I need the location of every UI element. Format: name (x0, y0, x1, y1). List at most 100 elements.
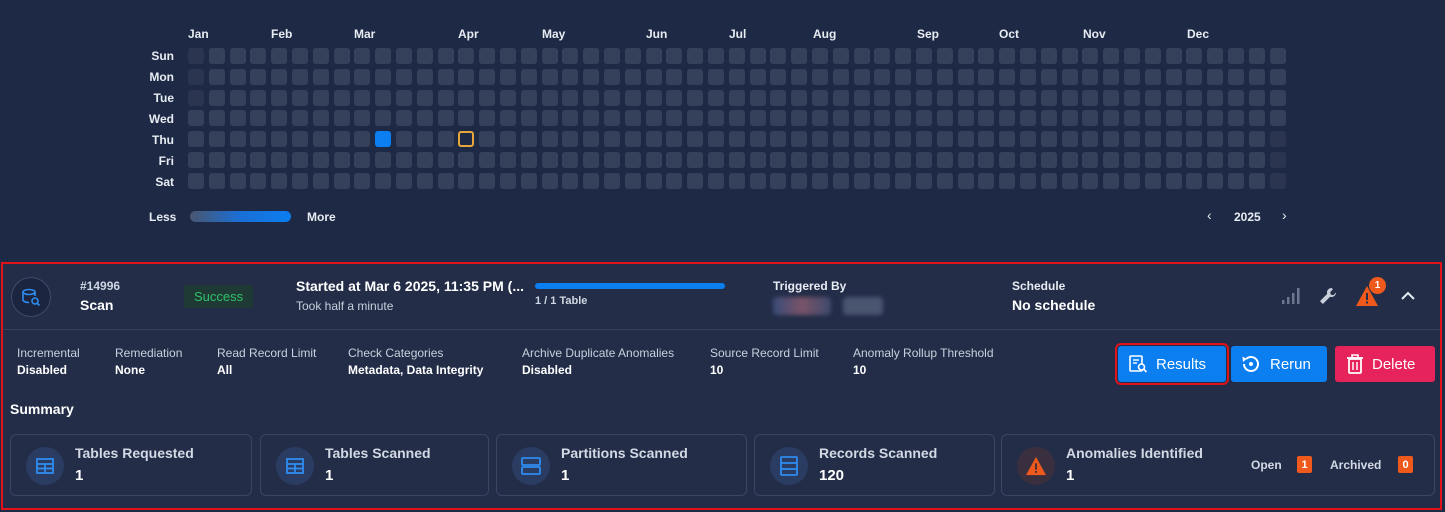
heatmap-cell[interactable] (562, 48, 578, 64)
heatmap-cell[interactable] (292, 90, 308, 106)
heatmap-cell[interactable] (250, 110, 266, 126)
heatmap-cell[interactable] (500, 90, 516, 106)
heatmap-cell[interactable] (791, 173, 807, 189)
heatmap-cell[interactable] (750, 90, 766, 106)
heatmap-cell[interactable] (812, 152, 828, 168)
heatmap-cell[interactable] (729, 90, 745, 106)
heatmap-cell[interactable] (1020, 69, 1036, 85)
heatmap-cell[interactable] (1249, 69, 1265, 85)
heatmap-cell[interactable] (937, 69, 953, 85)
heatmap-cell[interactable] (708, 69, 724, 85)
heatmap-cell[interactable] (230, 69, 246, 85)
heatmap-cell[interactable] (958, 131, 974, 147)
heatmap-cell[interactable] (542, 110, 558, 126)
heatmap-cell[interactable] (1145, 152, 1161, 168)
heatmap-cell[interactable] (479, 152, 495, 168)
heatmap-cell[interactable] (1207, 152, 1223, 168)
heatmap-cell[interactable] (999, 90, 1015, 106)
heatmap-cell[interactable] (188, 131, 204, 147)
heatmap-cell[interactable] (209, 69, 225, 85)
heatmap-cell[interactable] (729, 131, 745, 147)
rerun-button[interactable]: Rerun (1231, 346, 1327, 382)
heatmap-cell[interactable] (1124, 152, 1140, 168)
heatmap-cell[interactable] (874, 69, 890, 85)
heatmap-cell[interactable] (479, 110, 495, 126)
heatmap-cell[interactable] (271, 152, 287, 168)
heatmap-cell[interactable] (521, 48, 537, 64)
heatmap-cell[interactable] (354, 69, 370, 85)
heatmap-cell[interactable] (542, 131, 558, 147)
heatmap-cell[interactable] (230, 131, 246, 147)
heatmap-cell[interactable] (1166, 110, 1182, 126)
heatmap-cell[interactable] (770, 131, 786, 147)
heatmap-cell[interactable] (458, 152, 474, 168)
wrench-icon[interactable] (1316, 284, 1340, 308)
heatmap-cell[interactable] (1020, 173, 1036, 189)
heatmap-cell[interactable] (833, 110, 849, 126)
heatmap-cell[interactable] (604, 69, 620, 85)
heatmap-cell[interactable] (646, 90, 662, 106)
heatmap-cell[interactable] (1103, 152, 1119, 168)
heatmap-cell[interactable] (812, 69, 828, 85)
heatmap-cell[interactable] (646, 48, 662, 64)
heatmap-cell[interactable] (812, 48, 828, 64)
heatmap-cell[interactable] (750, 173, 766, 189)
heatmap-cell[interactable] (230, 90, 246, 106)
heatmap-cell[interactable] (708, 173, 724, 189)
heatmap-cell[interactable] (895, 110, 911, 126)
heatmap-cell[interactable] (583, 48, 599, 64)
heatmap-cell[interactable] (874, 90, 890, 106)
heatmap-cell[interactable] (895, 173, 911, 189)
heatmap-cell[interactable] (958, 110, 974, 126)
heatmap-cell[interactable] (625, 69, 641, 85)
heatmap-cell[interactable] (1082, 131, 1098, 147)
heatmap-cell[interactable] (479, 90, 495, 106)
heatmap-cell[interactable] (1062, 90, 1078, 106)
heatmap-cell[interactable] (1145, 48, 1161, 64)
heatmap-cell[interactable] (978, 110, 994, 126)
heatmap-cell[interactable] (1166, 152, 1182, 168)
heatmap-cell[interactable] (396, 173, 412, 189)
heatmap-cell[interactable] (292, 48, 308, 64)
heatmap-cell[interactable] (1062, 152, 1078, 168)
heatmap-cell[interactable] (542, 48, 558, 64)
heatmap-cell[interactable] (479, 69, 495, 85)
heatmap-cell[interactable] (812, 90, 828, 106)
heatmap-cell[interactable] (874, 152, 890, 168)
heatmap-cell[interactable] (604, 131, 620, 147)
heatmap-cell[interactable] (542, 69, 558, 85)
heatmap-cell[interactable] (666, 90, 682, 106)
heatmap-cell[interactable] (1124, 90, 1140, 106)
heatmap-cell[interactable] (354, 173, 370, 189)
heatmap-cell[interactable] (1207, 131, 1223, 147)
heatmap-cell[interactable] (250, 152, 266, 168)
heatmap-cell[interactable] (292, 131, 308, 147)
heatmap-cell[interactable] (396, 90, 412, 106)
heatmap-cell[interactable] (313, 90, 329, 106)
heatmap-cell[interactable] (708, 152, 724, 168)
heatmap-cell[interactable] (833, 131, 849, 147)
heatmap-cell[interactable] (1103, 110, 1119, 126)
heatmap-cell[interactable] (458, 110, 474, 126)
heatmap-cell[interactable] (375, 110, 391, 126)
heatmap-cell[interactable] (313, 173, 329, 189)
heatmap-cell[interactable] (1082, 48, 1098, 64)
heatmap-cell[interactable] (999, 152, 1015, 168)
heatmap-cell[interactable] (958, 90, 974, 106)
heatmap-cell[interactable] (874, 110, 890, 126)
heatmap-cell[interactable] (313, 110, 329, 126)
heatmap-cell[interactable] (750, 69, 766, 85)
heatmap-cell[interactable] (1041, 152, 1057, 168)
heatmap-cell[interactable] (729, 48, 745, 64)
heatmap-cell[interactable] (1082, 173, 1098, 189)
heatmap-cell[interactable] (646, 131, 662, 147)
heatmap-cell[interactable] (417, 110, 433, 126)
heatmap-cell[interactable] (479, 131, 495, 147)
heatmap-cell[interactable] (1062, 173, 1078, 189)
heatmap-cell[interactable] (209, 110, 225, 126)
heatmap-cell[interactable] (521, 69, 537, 85)
heatmap-cell[interactable] (916, 173, 932, 189)
heatmap-cell[interactable] (750, 48, 766, 64)
archived-count-badge[interactable]: 0 (1398, 456, 1413, 473)
heatmap-cell[interactable] (271, 48, 287, 64)
